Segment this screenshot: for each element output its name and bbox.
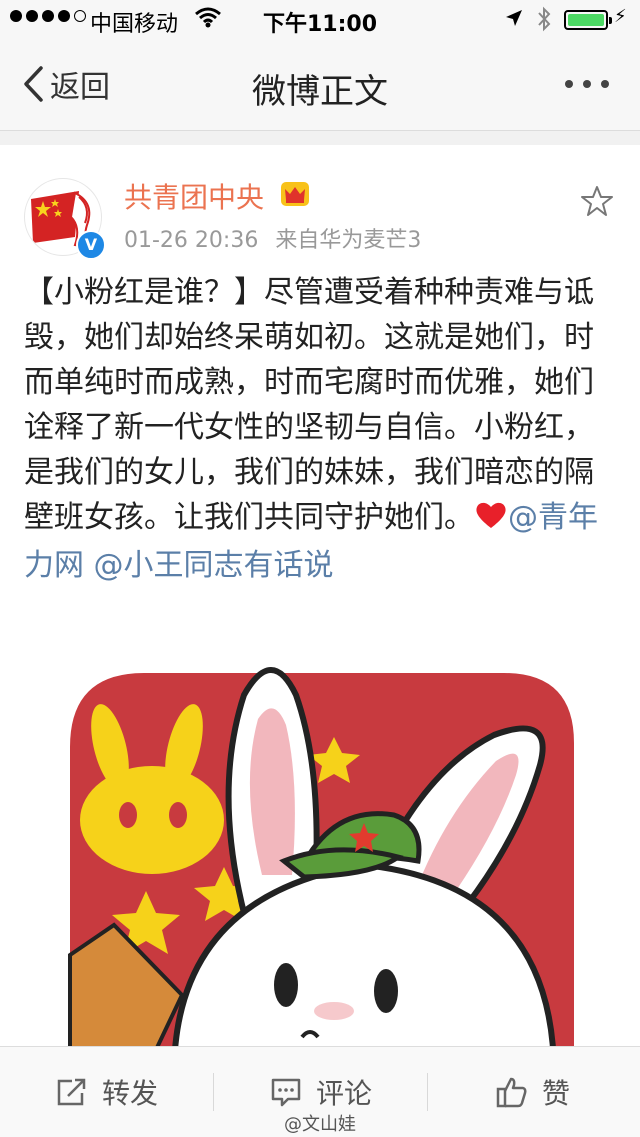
page-title: 微博正文 (252, 72, 388, 112)
more-dot-icon (601, 80, 609, 88)
verified-badge: V (76, 230, 106, 260)
more-dot-icon (583, 80, 591, 88)
watermark: @文山娃 (284, 1114, 356, 1135)
section-divider (0, 131, 640, 145)
status-bar: 中国移动 下午11:00 ⚡ (0, 0, 640, 40)
more-options-button[interactable] (565, 80, 609, 88)
battery-level (568, 14, 604, 26)
post-content: 【小粉红是谁？】尽管遭受着种种责难与诋毁，她们却始终呆萌如初。这就是她们，时而单… (24, 270, 616, 588)
thumbs-up-icon (496, 1077, 527, 1108)
more-dot-icon (565, 80, 573, 88)
battery-icon (564, 10, 612, 30)
comment-label: 评论 (316, 1077, 373, 1110)
location-arrow-icon (504, 8, 524, 34)
like-label: 赞 (542, 1077, 571, 1110)
navigation-bar: 返回 微博正文 (0, 40, 640, 131)
heart-emoji-icon (474, 498, 508, 543)
bluetooth-icon (536, 6, 552, 38)
post-timestamp: 01-26 20:36 (124, 228, 259, 253)
post-source: 来自华为麦芒3 (275, 228, 422, 253)
vip-crown-icon[interactable] (280, 181, 310, 211)
repost-icon (57, 1078, 86, 1106)
mention-link[interactable]: @小王同志有话说 (94, 548, 334, 583)
author-name[interactable]: 共青团中央 (124, 176, 264, 216)
post-body-text: 【小粉红是谁？】尽管遭受着种种责难与诋毁，她们却始终呆萌如初。这就是她们，时而单… (24, 275, 594, 535)
toolbar-divider (213, 1073, 214, 1111)
comment-icon (271, 1078, 301, 1107)
post-meta: 01-26 20:36 来自华为麦芒3 (124, 222, 421, 254)
post-image[interactable] (34, 655, 594, 1075)
charging-bolt-icon: ⚡ (614, 6, 627, 27)
toolbar-divider (427, 1073, 428, 1111)
repost-label: 转发 (102, 1077, 159, 1110)
favorite-star-icon[interactable] (580, 184, 614, 222)
